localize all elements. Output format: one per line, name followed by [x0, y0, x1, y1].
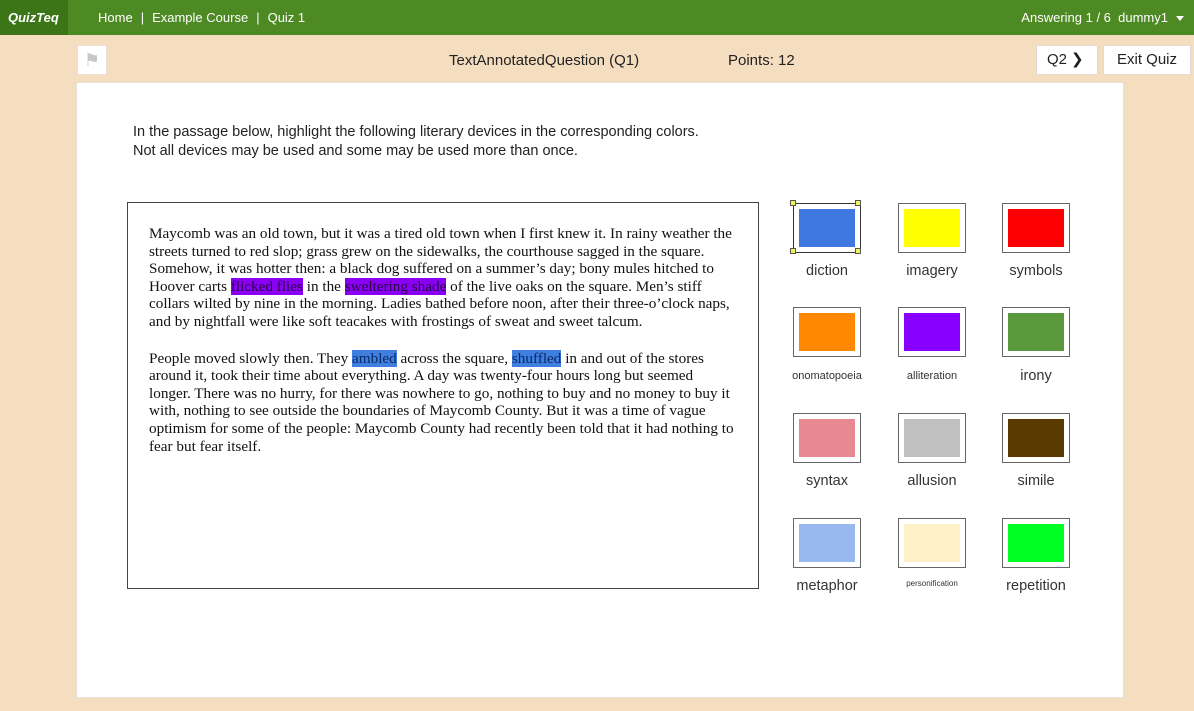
swatch-label: alliteration [906, 370, 958, 382]
next-question-button[interactable]: Q2 ❯ [1036, 45, 1098, 75]
passage-paragraph[interactable]: People moved slowly then. They ambled ac… [149, 349, 736, 456]
breadcrumb-home[interactable]: Home [98, 10, 133, 25]
selection-handle [855, 248, 861, 254]
passage-text[interactable]: across the square, [397, 350, 512, 367]
passage-text[interactable]: in the [303, 278, 345, 295]
color-swatch-syntax[interactable] [793, 413, 861, 463]
swatch-label: diction [806, 263, 848, 279]
flag-question-button[interactable]: ⚑ [77, 45, 107, 75]
swatch-fill [1008, 419, 1064, 457]
swatch-label: irony [1020, 368, 1052, 384]
color-swatch-imagery[interactable] [898, 203, 966, 253]
color-swatch-diction[interactable] [790, 200, 861, 254]
instructions: In the passage below, highlight the foll… [133, 123, 699, 161]
instructions-line: Not all devices may be used and some may… [133, 143, 578, 159]
swatch-fill [904, 419, 960, 457]
color-swatch-irony[interactable] [1002, 307, 1070, 357]
passage-paragraph[interactable]: Maycomb was an old town, but it was a ti… [149, 225, 736, 331]
selection-handle [855, 200, 861, 206]
color-swatch-onomatopoeia[interactable] [793, 307, 861, 357]
chevron-right-icon: ❯ [1071, 51, 1084, 68]
swatch-fill [799, 524, 855, 562]
swatch-fill [904, 209, 960, 247]
swatch-fill [1008, 524, 1064, 562]
exit-quiz-button[interactable]: Exit Quiz [1103, 45, 1191, 75]
highlighted-phrase[interactable]: shuffled [511, 349, 562, 367]
answering-status: Answering 1 / 6 [1021, 10, 1111, 25]
color-swatch-personification[interactable] [898, 518, 966, 568]
passage-box[interactable]: Maycomb was an old town, but it was a ti… [127, 202, 759, 589]
swatch-fill [1008, 313, 1064, 351]
color-swatch-allusion[interactable] [898, 413, 966, 463]
swatch-label: syntax [806, 473, 848, 489]
question-points: Points: 12 [728, 52, 795, 69]
swatch-label: repetition [1006, 578, 1066, 594]
selection-handle [790, 200, 796, 206]
color-swatch-simile[interactable] [1002, 413, 1070, 463]
passage-text[interactable]: People moved slowly then. They [149, 350, 352, 367]
caret-down-icon [1176, 16, 1184, 22]
breadcrumb-separator: | [256, 10, 260, 25]
swatch-fill [904, 313, 960, 351]
swatch-fill [799, 313, 855, 351]
swatch-fill [799, 419, 855, 457]
app-logo[interactable]: QuizTeq [0, 0, 68, 35]
breadcrumb-course[interactable]: Example Course [152, 10, 248, 25]
swatch-fill [904, 524, 960, 562]
swatch-label: metaphor [796, 578, 858, 594]
swatch-label: imagery [906, 263, 958, 279]
top-nav-bar: QuizTeq Home | Example Course | Quiz 1 Answe… [0, 0, 1194, 35]
next-question-label: Q2 [1047, 51, 1068, 68]
username: dummy1 [1118, 10, 1168, 25]
swatch-fill [1008, 209, 1064, 247]
highlighted-phrase[interactable]: flicked flies [230, 277, 303, 295]
highlighted-phrase[interactable]: sweltering shade [344, 277, 447, 295]
swatch-fill [799, 209, 855, 247]
color-swatch-repetition[interactable] [1002, 518, 1070, 568]
highlighted-phrase[interactable]: ambled [352, 349, 397, 367]
question-title: TextAnnotatedQuestion (Q1) [449, 52, 640, 69]
swatch-label: onomatopoeia [792, 370, 862, 382]
breadcrumb: Home | Example Course | Quiz 1 [98, 0, 305, 35]
swatch-label: symbols [1009, 263, 1063, 279]
breadcrumb-separator: | [140, 10, 145, 25]
flag-icon: ⚑ [83, 50, 101, 70]
color-swatch-alliteration[interactable] [898, 307, 966, 357]
color-swatch-symbols[interactable] [1002, 203, 1070, 253]
instructions-line: In the passage below, highlight the foll… [133, 124, 699, 140]
selection-handle [790, 248, 796, 254]
user-menu[interactable]: Answering 1 / 6 dummy1 [1021, 0, 1184, 35]
swatch-label: simile [1017, 473, 1055, 489]
swatch-label: allusion [907, 473, 957, 489]
color-swatch-metaphor[interactable] [793, 518, 861, 568]
swatch-label: personification [906, 579, 958, 588]
breadcrumb-quiz[interactable]: Quiz 1 [268, 10, 306, 25]
